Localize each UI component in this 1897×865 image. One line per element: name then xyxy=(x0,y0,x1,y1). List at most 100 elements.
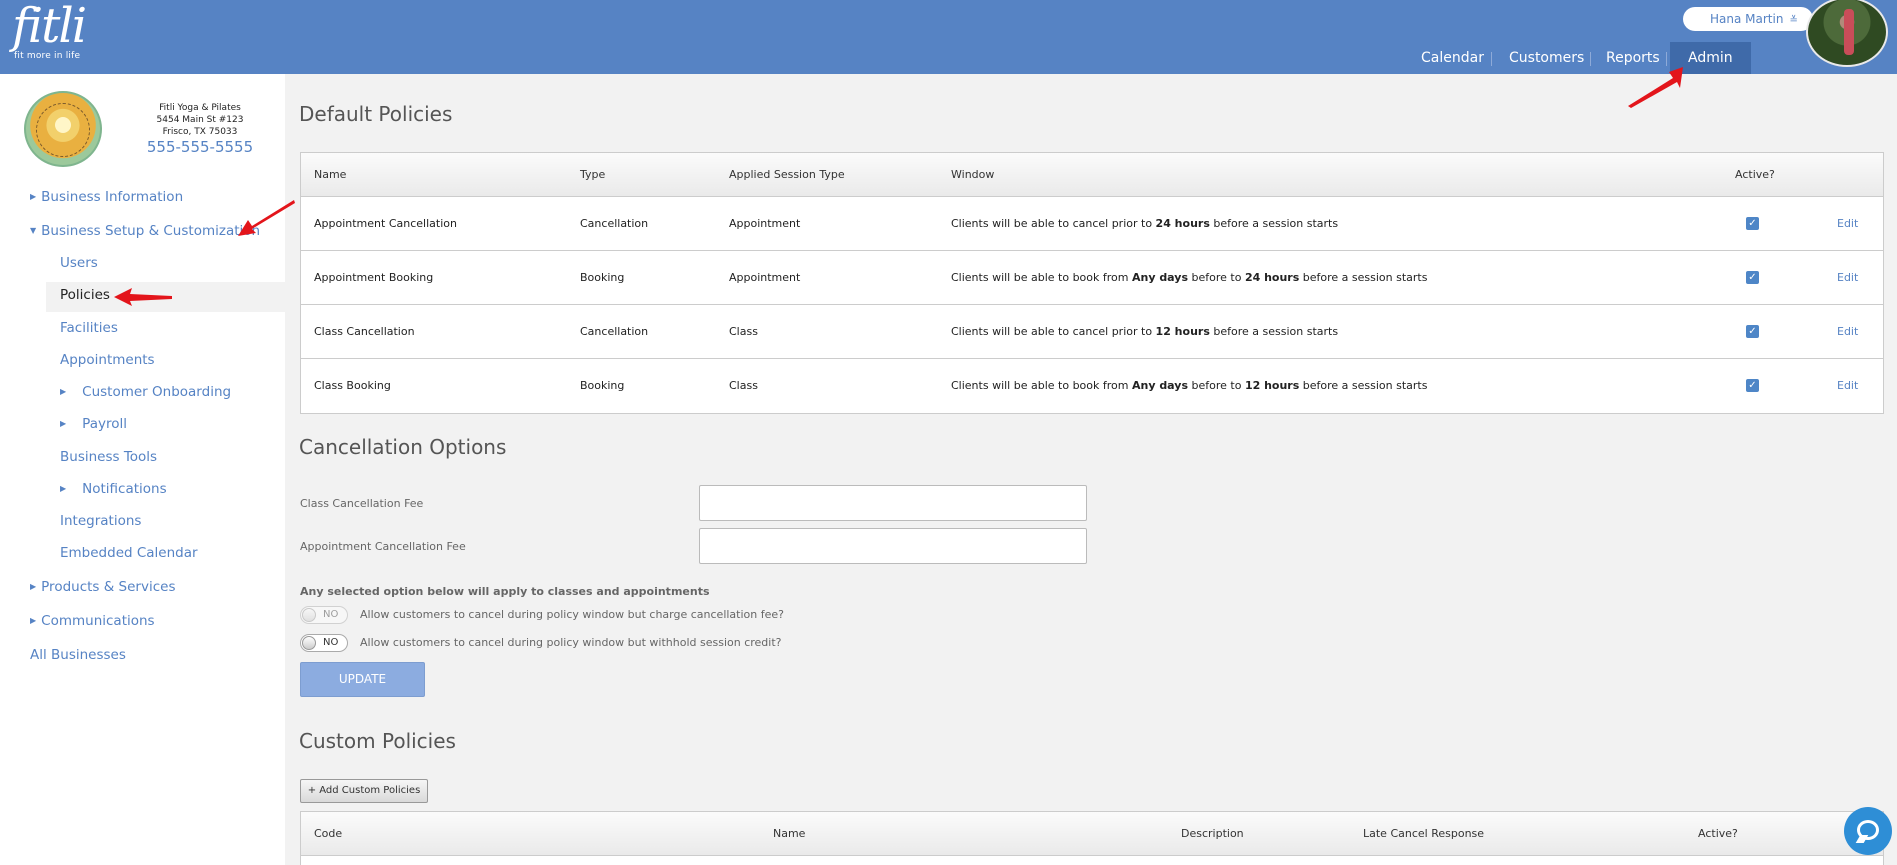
withhold-credit-toggle[interactable]: NO xyxy=(300,634,348,652)
window-text: before to xyxy=(1188,271,1245,284)
policy-session-type: Appointment xyxy=(729,271,801,284)
window-text: 12 hours xyxy=(1155,325,1210,338)
col-name: Name xyxy=(314,168,347,181)
sidebar-item-products-services[interactable]: ▶ Products & Services xyxy=(30,579,175,595)
nav-customers[interactable]: Customers xyxy=(1509,42,1584,74)
sidebar-item-payroll[interactable]: ▶ Payroll xyxy=(60,416,127,432)
toggle-state: NO xyxy=(323,609,339,620)
window-text: Any days xyxy=(1131,379,1188,392)
sidebar-item-customer-onboarding[interactable]: ▶ Customer Onboarding xyxy=(60,384,231,400)
address-line-2: Frisco, TX 75033 xyxy=(162,127,238,137)
main-nav: Calendar Customers Reports Admin xyxy=(0,42,1897,74)
table-row: Appointment Booking Booking Appointment Cli… xyxy=(301,251,1883,305)
sidebar-item-business-information[interactable]: ▶ Business Information xyxy=(30,189,183,205)
policy-session-type: Class xyxy=(729,379,758,392)
class-cancellation-fee-input[interactable] xyxy=(699,485,1087,521)
charge-fee-toggle-label: Allow customers to cancel during policy … xyxy=(360,608,784,621)
window-text: Clients will be able to book from xyxy=(951,271,1132,284)
annotation-arrow-admin xyxy=(1628,67,1683,108)
sidebar-item-label: Customer Onboarding xyxy=(82,384,232,400)
sidebar-item-business-setup[interactable]: ▼ Business Setup & Customization xyxy=(30,223,260,239)
toggle-state: NO xyxy=(323,637,339,648)
caret-down-icon: ▼ xyxy=(30,226,37,235)
sidebar-item-embedded-calendar[interactable]: Embedded Calendar xyxy=(60,545,198,561)
policy-name: Appointment Cancellation xyxy=(314,217,457,230)
table-row: Class Booking Booking Class Clients will be… xyxy=(301,359,1883,413)
col-name: Name xyxy=(773,827,806,840)
update-button[interactable]: UPDATE xyxy=(300,662,425,697)
business-phone[interactable]: 555-555-5555 xyxy=(130,138,270,156)
custom-policies-title: Custom Policies xyxy=(299,729,456,753)
edit-link[interactable]: Edit xyxy=(1837,251,1858,305)
window-text: 24 hours xyxy=(1155,217,1210,230)
caret-right-icon: ▶ xyxy=(60,419,67,428)
sidebar-item-users[interactable]: Users xyxy=(60,255,98,271)
user-menu-button[interactable]: Hana Martin ≚ xyxy=(1683,7,1813,31)
edit-link[interactable]: Edit xyxy=(1837,359,1858,413)
sidebar-item-policies[interactable]: Policies xyxy=(60,287,110,303)
policy-type: Cancellation xyxy=(580,325,649,338)
sidebar-item-integrations[interactable]: Integrations xyxy=(60,513,141,529)
sidebar-item-label: Payroll xyxy=(82,416,127,432)
chat-support-button[interactable] xyxy=(1844,807,1892,855)
edit-link[interactable]: Edit xyxy=(1837,305,1858,359)
sidebar-item-communications[interactable]: ▶ Communications xyxy=(30,613,155,629)
withhold-credit-toggle-label: Allow customers to cancel during policy … xyxy=(360,636,782,649)
sidebar-item-label: Business Information xyxy=(41,189,184,205)
active-checkbox[interactable]: ✓ xyxy=(1746,325,1759,338)
policy-window: Clients will be able to book from Any da… xyxy=(951,359,1427,413)
active-checkbox[interactable]: ✓ xyxy=(1746,217,1759,230)
edit-link[interactable]: Edit xyxy=(1837,197,1858,251)
business-name: Fitli Yoga & Pilates xyxy=(159,103,241,113)
window-text: Clients will be able to book from xyxy=(951,379,1132,392)
sidebar-item-facilities[interactable]: Facilities xyxy=(60,320,118,336)
sidebar-item-business-tools[interactable]: Business Tools xyxy=(60,449,157,465)
window-text: 12 hours xyxy=(1244,379,1300,392)
window-text: Clients will be able to cancel prior to xyxy=(951,325,1156,338)
col-active: Active? xyxy=(1735,168,1775,181)
chevron-down-icon: ≚ xyxy=(1789,15,1798,26)
table-header: Name Type Applied Session Type Window Ac… xyxy=(301,153,1883,197)
policy-type: Booking xyxy=(580,379,625,392)
appointment-cancellation-fee-input[interactable] xyxy=(699,528,1087,564)
default-policies-table: Name Type Applied Session Type Window Ac… xyxy=(300,152,1884,414)
window-text: before a session starts xyxy=(1299,379,1428,392)
active-checkbox[interactable]: ✓ xyxy=(1746,271,1759,284)
table-header: Code Name Description Late Cancel Respon… xyxy=(301,812,1883,856)
col-type: Type xyxy=(580,168,606,181)
sidebar-item-all-businesses[interactable]: All Businesses xyxy=(30,647,126,663)
appointment-fee-label: Appointment Cancellation Fee xyxy=(300,540,466,553)
caret-right-icon: ▶ xyxy=(60,484,67,493)
active-checkbox[interactable]: ✓ xyxy=(1746,379,1759,392)
policy-session-type: Appointment xyxy=(729,217,801,230)
col-session-type: Applied Session Type xyxy=(729,168,845,181)
policy-session-type: Class xyxy=(729,325,758,338)
window-text: before a session starts xyxy=(1209,325,1339,338)
caret-right-icon: ▶ xyxy=(30,192,37,201)
caret-right-icon: ▶ xyxy=(30,616,37,625)
table-row: Class Cancellation Cancellation Class Clien… xyxy=(301,305,1883,359)
policy-window: Clients will be able to cancel prior to … xyxy=(951,197,1338,251)
window-text: before a session starts xyxy=(1209,217,1339,230)
sidebar-item-appointments[interactable]: Appointments xyxy=(60,352,155,368)
add-custom-policies-button[interactable]: + Add Custom Policies xyxy=(300,779,428,803)
sidebar-item-notifications[interactable]: ▶ Notifications xyxy=(60,481,167,497)
charge-fee-toggle[interactable]: NO xyxy=(300,606,348,624)
col-window: Window xyxy=(951,168,995,181)
col-code: Code xyxy=(314,827,343,840)
window-text: before a session starts xyxy=(1299,271,1428,284)
toggle-knob xyxy=(302,608,316,622)
window-text: Any days xyxy=(1131,271,1188,284)
address-line-1: 5454 Main St #123 xyxy=(156,115,244,125)
policy-type: Cancellation xyxy=(580,217,649,230)
col-late-cancel-response: Late Cancel Response xyxy=(1363,827,1485,840)
policy-window: Clients will be able to cancel prior to … xyxy=(951,305,1338,359)
nav-calendar[interactable]: Calendar xyxy=(1421,42,1484,74)
sidebar-item-label: Notifications xyxy=(82,481,167,497)
sidebar-item-label: Business Setup & Customization xyxy=(41,223,261,239)
business-logo xyxy=(24,91,102,167)
class-fee-label: Class Cancellation Fee xyxy=(300,497,424,510)
business-address: Fitli Yoga & Pilates 5454 Main St #123 F… xyxy=(130,102,270,138)
col-active: Active? xyxy=(1698,827,1738,840)
annotation-arrow-business-setup xyxy=(238,200,295,236)
